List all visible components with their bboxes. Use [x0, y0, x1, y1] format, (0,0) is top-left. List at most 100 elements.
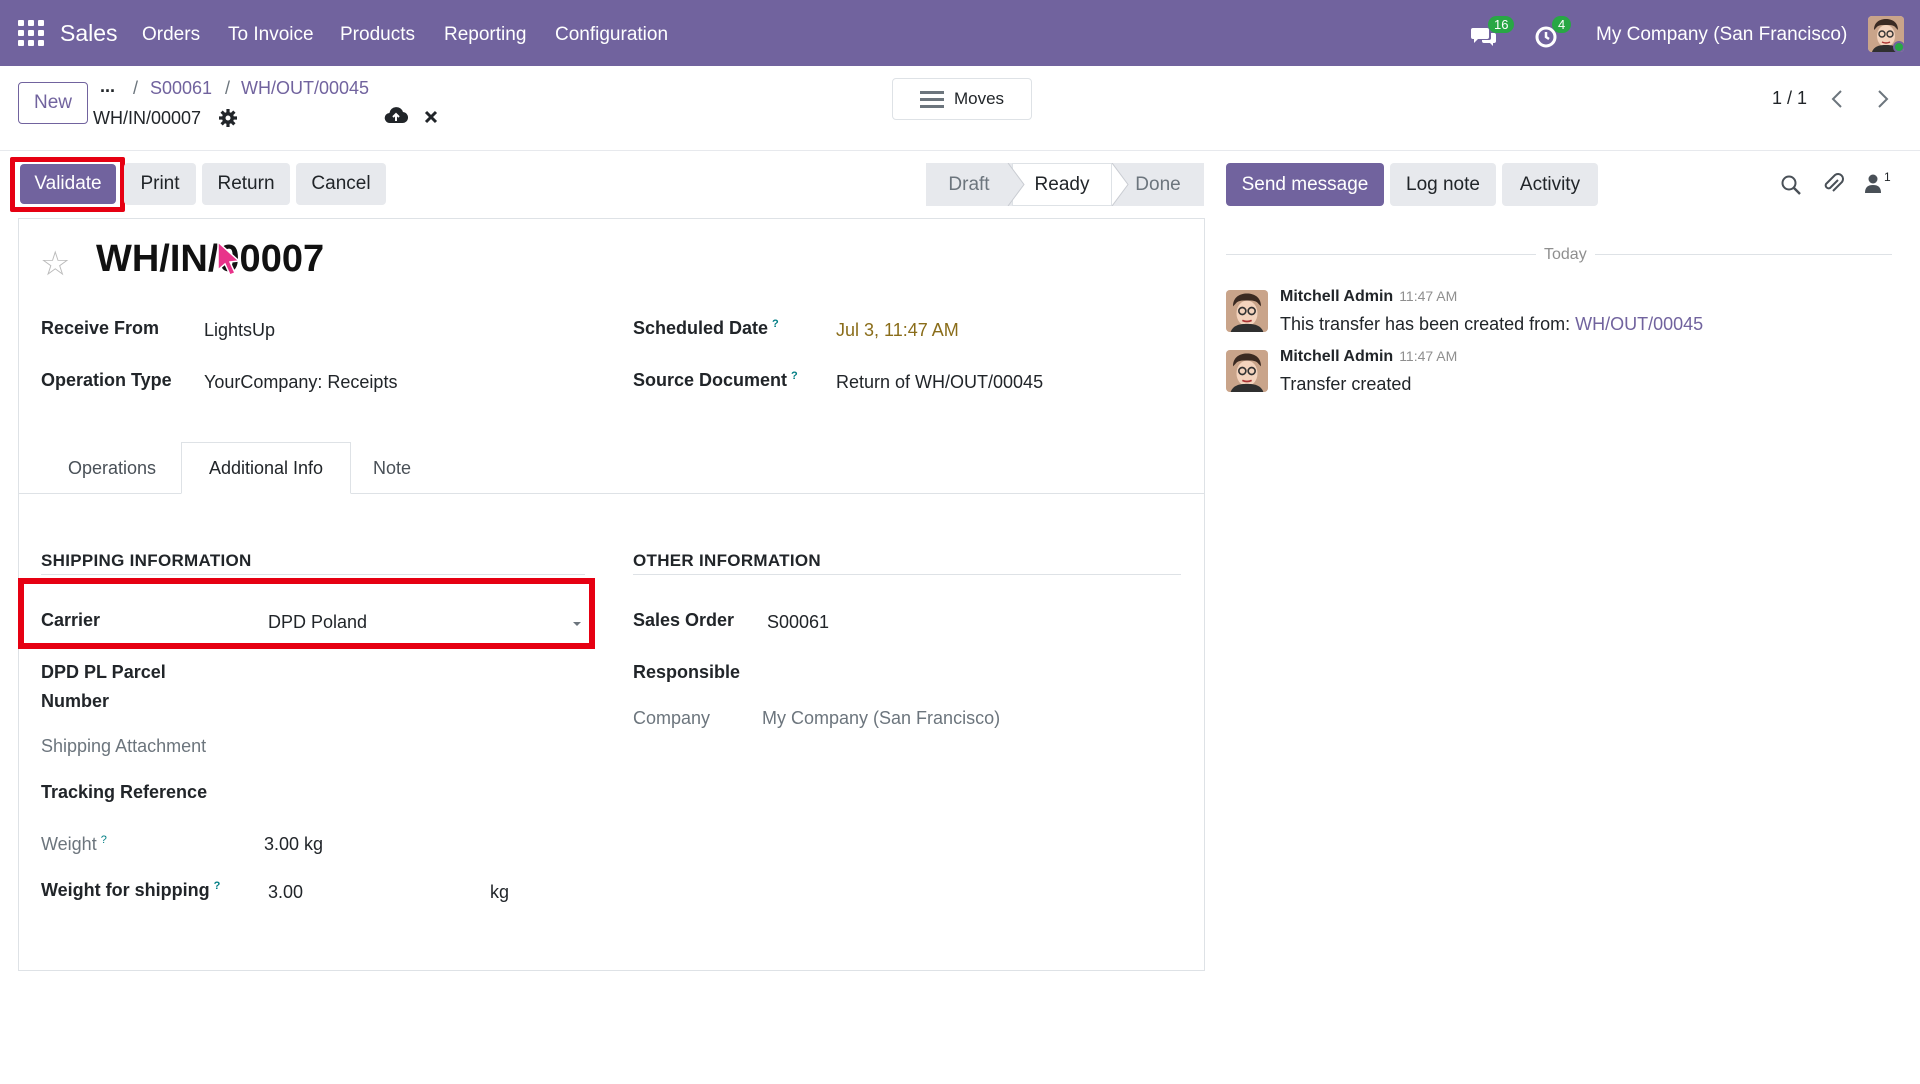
dpd-parcel-number-label: DPD PL Parcel Number — [41, 662, 166, 712]
menu-to-invoice[interactable]: To Invoice — [228, 24, 314, 46]
paperclip-icon[interactable] — [1822, 172, 1844, 196]
messages-button[interactable]: 16 — [1470, 16, 1515, 50]
tracking-reference-label: Tracking Reference — [41, 782, 208, 802]
moves-label: Moves — [953, 89, 1005, 108]
discard-close-icon[interactable] — [424, 110, 438, 124]
breadcrumb-sales-order[interactable]: S00061 — [150, 78, 212, 99]
user-avatar[interactable] — [1868, 16, 1904, 52]
menu-products[interactable]: Products — [340, 24, 415, 46]
followers-count: 1 — [1884, 170, 1891, 184]
gear-icon[interactable] — [218, 108, 238, 128]
record-title: WH/IN/00007 — [96, 238, 325, 280]
online-status-dot — [1893, 41, 1904, 52]
help-tooltip-icon[interactable]: ? — [101, 834, 107, 846]
breadcrumb-separator: / — [133, 78, 139, 98]
scheduled-date-label-text: Scheduled Date — [633, 318, 769, 338]
source-document-label-text: Source Document — [633, 370, 788, 390]
star-icon[interactable]: ☆ — [40, 244, 70, 284]
company-value: My Company (San Francisco) — [762, 708, 1001, 728]
tab-operations[interactable]: Operations — [44, 442, 180, 494]
status-done[interactable]: Done — [1112, 163, 1204, 206]
menu-reporting[interactable]: Reporting — [444, 24, 526, 46]
send-message-button[interactable]: Send message — [1226, 163, 1384, 206]
message-author-name: Mitchell Admin — [1280, 288, 1394, 305]
company-switcher[interactable]: My Company (San Francisco) — [1596, 24, 1847, 46]
messages-badge: 16 — [1488, 16, 1515, 33]
save-cloud-icon[interactable] — [384, 106, 408, 126]
message-author-avatar[interactable] — [1226, 350, 1268, 392]
operation-type-value[interactable]: YourCompany: Receipts — [204, 372, 397, 393]
source-document-label: Source Document? — [633, 370, 798, 391]
print-button[interactable]: Print — [124, 163, 196, 205]
highlight-box-validate — [10, 157, 125, 212]
message-body: Transfer created — [1280, 374, 1412, 394]
menu-orders[interactable]: Orders — [142, 24, 200, 46]
message-time: 11:47 AM — [1399, 348, 1458, 364]
shipping-section-title: SHIPPING INFORMATION — [41, 551, 252, 570]
receive-from-value[interactable]: LightsUp — [204, 320, 275, 341]
help-tooltip-icon[interactable]: ? — [214, 880, 221, 892]
pager-value[interactable]: 1 / 1 — [1772, 88, 1807, 109]
pager-next-icon[interactable] — [1872, 88, 1892, 110]
shipping-section-divider — [41, 574, 585, 575]
moves-smart-button[interactable]: Moves — [892, 78, 1032, 120]
operation-type-label: Operation Type — [41, 370, 172, 390]
bars-icon — [919, 91, 944, 108]
new-button[interactable]: New — [18, 82, 88, 124]
activity-button[interactable]: Activity — [1502, 163, 1598, 206]
scheduled-date-label: Scheduled Date? — [633, 318, 779, 339]
dpd-parcel-label-line1: DPD PL Parcel — [41, 662, 166, 682]
status-ready[interactable]: Ready — [1012, 163, 1112, 206]
avatar-face-icon — [1226, 350, 1268, 392]
mouse-cursor-icon — [217, 240, 241, 276]
breadcrumb-current-record: WH/IN/00007 — [93, 108, 202, 128]
message-author-name: Mitchell Admin — [1280, 348, 1394, 365]
breadcrumb-separator: / — [225, 78, 231, 98]
cancel-button[interactable]: Cancel — [296, 163, 386, 205]
dpd-parcel-label-line2: Number — [41, 691, 110, 711]
message-author[interactable]: Mitchell Admin 11:47 AM — [1280, 288, 1457, 306]
weight-value: 3.00 kg — [264, 834, 324, 854]
help-tooltip-icon[interactable]: ? — [791, 370, 798, 382]
followers-user-icon[interactable] — [1864, 174, 1882, 194]
menu-configuration[interactable]: Configuration — [555, 24, 668, 46]
message-time: 11:47 AM — [1399, 288, 1458, 304]
receive-from-label: Receive From — [41, 318, 160, 338]
message-text: This transfer has been created from: — [1280, 314, 1571, 334]
control-panel-divider — [0, 150, 1920, 151]
message-body: This transfer has been created from: WH/… — [1280, 314, 1703, 335]
breadcrumb-delivery[interactable]: WH/OUT/00045 — [241, 78, 369, 99]
scheduled-date-value[interactable]: Jul 3, 11:47 AM — [836, 320, 959, 341]
app-name[interactable]: Sales — [60, 20, 118, 47]
other-section-divider — [633, 574, 1181, 575]
weight-unit: kg — [490, 882, 510, 902]
message-author[interactable]: Mitchell Admin 11:47 AM — [1280, 348, 1457, 366]
shipping-attachment-label: Shipping Attachment — [41, 736, 207, 756]
weight-label-text: Weight — [41, 834, 97, 854]
status-draft[interactable]: Draft — [926, 163, 1012, 206]
breadcrumb-more[interactable]: ... — [100, 76, 115, 97]
date-separator-today: Today — [1536, 246, 1595, 264]
return-button[interactable]: Return — [202, 163, 290, 205]
pager-previous-icon[interactable] — [1828, 88, 1848, 110]
weight-for-shipping-input[interactable]: 3.00 — [268, 882, 303, 903]
message-author-avatar[interactable] — [1226, 290, 1268, 332]
log-note-button[interactable]: Log note — [1390, 163, 1496, 206]
search-icon[interactable] — [1780, 174, 1802, 196]
apps-menu-icon[interactable] — [18, 20, 44, 46]
tab-additional-info[interactable]: Additional Info — [181, 442, 351, 494]
weight-for-shipping-label: Weight for shipping? — [41, 880, 220, 901]
tab-note[interactable]: Note — [352, 442, 432, 494]
top-navbar: Sales Orders To Invoice Products Reporti… — [0, 0, 1920, 66]
sales-order-value[interactable]: S00061 — [767, 612, 829, 633]
company-label: Company — [633, 708, 711, 728]
other-section-title: OTHER INFORMATION — [633, 551, 821, 570]
sales-order-label: Sales Order — [633, 610, 735, 630]
source-document-value[interactable]: Return of WH/OUT/00045 — [836, 372, 1043, 393]
weight-label: Weight? — [41, 834, 107, 855]
responsible-label: Responsible — [633, 662, 741, 682]
help-tooltip-icon[interactable]: ? — [772, 318, 779, 330]
activities-button[interactable]: 4 — [1534, 16, 1572, 50]
message-link[interactable]: WH/OUT/00045 — [1575, 314, 1703, 334]
weight-shipping-label-text: Weight for shipping — [41, 880, 210, 900]
